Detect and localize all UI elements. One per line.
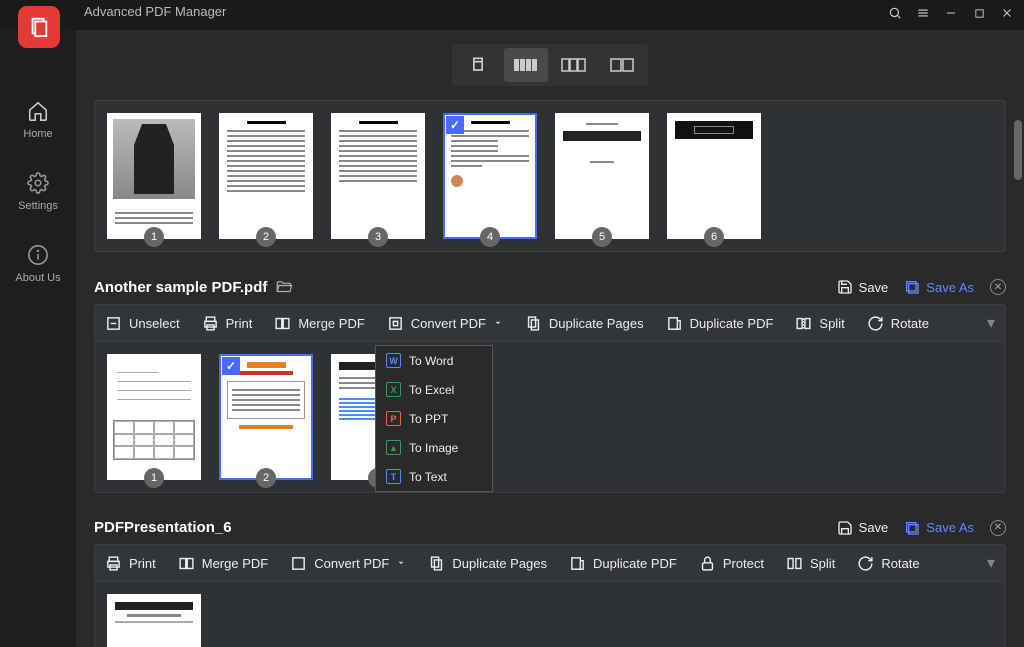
convert-image[interactable]: ▲To Image (376, 433, 492, 462)
document-section: PDFPresentation_6 Save Save As ✕ Print M… (94, 519, 1006, 647)
duplicate-pages-button[interactable]: Duplicate Pages (428, 555, 547, 572)
convert-dropdown: WTo Word XTo Excel PTo PPT ▲To Image TTo… (375, 345, 493, 492)
page-thumbnail[interactable]: 3 (331, 113, 425, 239)
ppt-icon: P (386, 411, 401, 426)
page-number: 4 (480, 227, 500, 247)
sidebar-item-settings[interactable]: Settings (18, 172, 58, 212)
save-button[interactable]: Save (837, 279, 889, 295)
page-thumbnail[interactable]: 2 (219, 113, 313, 239)
page-strip (94, 582, 1006, 647)
duplicate-pdf-button[interactable]: Duplicate PDF (666, 315, 774, 332)
gear-icon (27, 172, 49, 194)
print-button[interactable]: Print (105, 555, 156, 572)
sidebar-item-home[interactable]: Home (23, 100, 52, 140)
app-title: Advanced PDF Manager (84, 4, 876, 19)
home-icon (27, 100, 49, 122)
sidebar-item-label: Home (23, 128, 52, 140)
duplicate-pages-button[interactable]: Duplicate Pages (525, 315, 644, 332)
page-number: 1 (144, 468, 164, 488)
sidebar: Home Settings About Us (0, 30, 76, 647)
document-title: PDFPresentation_6 (94, 519, 232, 536)
document-header: PDFPresentation_6 Save Save As ✕ (94, 519, 1006, 536)
save-as-label: Save As (926, 520, 974, 535)
merge-button[interactable]: Merge PDF (178, 555, 268, 572)
document-header: Another sample PDF.pdf Save Save As ✕ (94, 278, 1006, 296)
convert-ppt[interactable]: PTo PPT (376, 404, 492, 433)
close-icon[interactable] (998, 4, 1016, 22)
save-button[interactable]: Save (837, 520, 889, 536)
overflow-icon[interactable]: ▾ (987, 313, 995, 333)
page-number: 2 (256, 227, 276, 247)
page-strip: 1 ✓ 2 3 (94, 342, 1006, 493)
page-thumbnail[interactable]: 1 (107, 113, 201, 239)
view-grid-small[interactable] (504, 48, 548, 82)
menu-icon[interactable] (914, 4, 932, 22)
page-thumbnail[interactable]: 6 (667, 113, 761, 239)
page-number: 3 (368, 227, 388, 247)
view-grid-med[interactable] (552, 48, 596, 82)
chevron-down-icon (493, 318, 503, 328)
check-icon: ✓ (446, 116, 464, 134)
maximize-icon[interactable] (970, 4, 988, 22)
rotate-button[interactable]: Rotate (867, 315, 929, 332)
merge-button[interactable]: Merge PDF (274, 315, 364, 332)
document-section: Another sample PDF.pdf Save Save As ✕ Un… (94, 278, 1006, 493)
convert-text[interactable]: TTo Text (376, 462, 492, 491)
save-label: Save (859, 520, 889, 535)
split-button[interactable]: Split (795, 315, 844, 332)
document-title: Another sample PDF.pdf (94, 279, 267, 296)
page-strip: 1 2 3 ✓ 4 5 (94, 100, 1006, 252)
page-thumbnail[interactable] (107, 594, 201, 647)
convert-button[interactable]: Convert PDF (290, 555, 406, 572)
app-logo (18, 6, 60, 48)
page-thumbnail[interactable]: ✓ 4 (443, 113, 537, 239)
unselect-button[interactable]: Unselect (105, 315, 180, 332)
page-number: 5 (592, 227, 612, 247)
duplicate-pdf-button[interactable]: Duplicate PDF (569, 555, 677, 572)
scrollbar-thumb[interactable] (1014, 120, 1022, 180)
sidebar-item-label: Settings (18, 200, 58, 212)
page-number: 6 (704, 227, 724, 247)
protect-button[interactable]: Protect (699, 555, 764, 572)
close-document-icon[interactable]: ✕ (990, 520, 1006, 536)
titlebar: Advanced PDF Manager (0, 0, 1024, 30)
content-area: 1 2 3 ✓ 4 5 (76, 30, 1024, 647)
save-as-button[interactable]: Save As (904, 520, 974, 536)
save-as-button[interactable]: Save As (904, 279, 974, 295)
print-button[interactable]: Print (202, 315, 253, 332)
page-thumbnail[interactable]: 1 (107, 354, 201, 480)
save-as-label: Save As (926, 280, 974, 295)
excel-icon: X (386, 382, 401, 397)
image-icon: ▲ (386, 440, 401, 455)
sidebar-item-about[interactable]: About Us (15, 244, 60, 284)
page-thumbnail[interactable]: ✓ 2 (219, 354, 313, 480)
split-button[interactable]: Split (786, 555, 835, 572)
view-grid-large[interactable] (600, 48, 644, 82)
convert-button[interactable]: Convert PDF (387, 315, 503, 332)
close-document-icon[interactable]: ✕ (990, 279, 1006, 295)
page-number: 1 (144, 227, 164, 247)
folder-open-icon[interactable] (275, 278, 293, 296)
minimize-icon[interactable] (942, 4, 960, 22)
view-single[interactable] (456, 48, 500, 82)
text-icon: T (386, 469, 401, 484)
save-label: Save (859, 280, 889, 295)
document-toolbar: Unselect Print Merge PDF Convert PDF Dup… (94, 304, 1006, 342)
word-icon: W (386, 353, 401, 368)
sidebar-item-label: About Us (15, 272, 60, 284)
overflow-icon[interactable]: ▾ (987, 553, 995, 573)
document-section: 1 2 3 ✓ 4 5 (94, 100, 1006, 252)
view-mode-bar (94, 44, 1006, 86)
chevron-down-icon (396, 558, 406, 568)
rotate-button[interactable]: Rotate (857, 555, 919, 572)
check-icon: ✓ (222, 357, 240, 375)
search-icon[interactable] (886, 4, 904, 22)
convert-excel[interactable]: XTo Excel (376, 375, 492, 404)
document-toolbar: Print Merge PDF Convert PDF Duplicate Pa… (94, 544, 1006, 582)
convert-word[interactable]: WTo Word (376, 346, 492, 375)
page-thumbnail[interactable]: 5 (555, 113, 649, 239)
page-number: 2 (256, 468, 276, 488)
info-icon (27, 244, 49, 266)
